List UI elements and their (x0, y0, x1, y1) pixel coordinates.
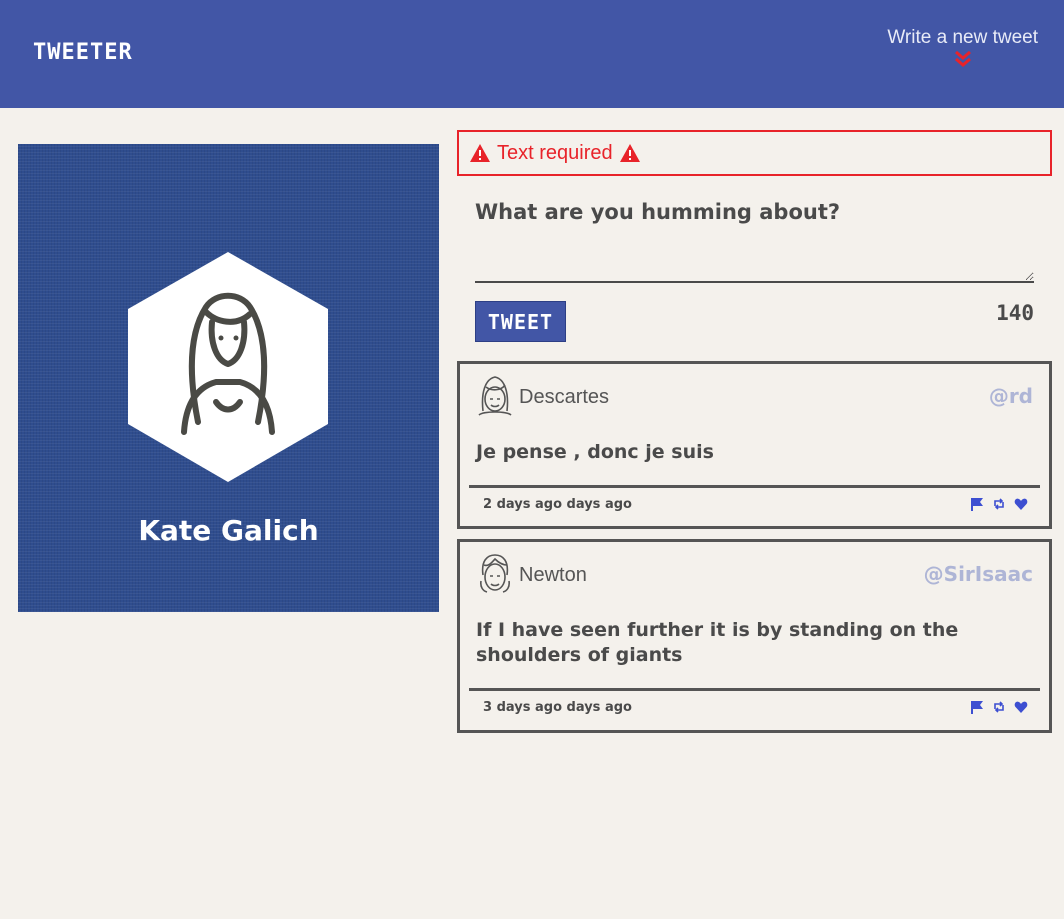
warning-icon (470, 144, 490, 162)
tweet-author-handle[interactable]: @rd (989, 384, 1033, 408)
woman-avatar-icon (128, 252, 328, 482)
tweet-footer: 3 days ago days ago (469, 688, 1040, 728)
tweet-timestamp: 3 days ago days ago (483, 700, 632, 715)
man-avatar-icon (480, 554, 510, 593)
tweet-author-name: Newton (519, 564, 587, 586)
top-nav: TWEETER Write a new tweet (0, 0, 1064, 108)
profile-name: Kate Galich (138, 514, 319, 547)
tweet-text: Je pense , donc je suis (476, 441, 714, 463)
tweet-card: Newton @SirIsaac If I have seen further … (457, 539, 1052, 733)
error-text: Text required (497, 141, 613, 164)
compose-toggle-button[interactable]: Write a new tweet (887, 27, 1038, 67)
tweet-button[interactable]: TWEET (475, 301, 566, 342)
tweet-text: If I have seen further it is by standing… (476, 619, 959, 666)
double-chevron-down-icon (887, 51, 1038, 67)
retweet-icon[interactable] (992, 496, 1006, 510)
flag-icon[interactable] (970, 496, 984, 511)
tweet-author-name: Descartes (519, 386, 610, 408)
warning-icon (619, 144, 640, 162)
flag-icon[interactable] (970, 699, 984, 714)
error-message: Text required (457, 130, 1052, 176)
heart-icon[interactable] (1014, 699, 1028, 713)
tweet-author-handle[interactable]: @SirIsaac (924, 562, 1033, 586)
compose-toggle-label: Write a new tweet (887, 27, 1038, 48)
character-counter: 140 (996, 301, 1034, 325)
heart-icon[interactable] (1014, 496, 1028, 510)
tweet-timestamp: 2 days ago days ago (483, 497, 632, 512)
girl-avatar-icon (478, 376, 512, 416)
tweet-card: Descartes @rd Je pense , donc je suis 2 … (457, 361, 1052, 529)
brand-logo[interactable]: TWEETER (33, 40, 133, 65)
tweet-actions (970, 699, 1028, 714)
retweet-icon[interactable] (992, 699, 1006, 713)
tweet-textarea[interactable] (475, 196, 1034, 283)
tweet-actions (970, 496, 1028, 511)
tweet-footer: 2 days ago days ago (469, 485, 1040, 525)
profile-card: Kate Galich (18, 144, 439, 612)
